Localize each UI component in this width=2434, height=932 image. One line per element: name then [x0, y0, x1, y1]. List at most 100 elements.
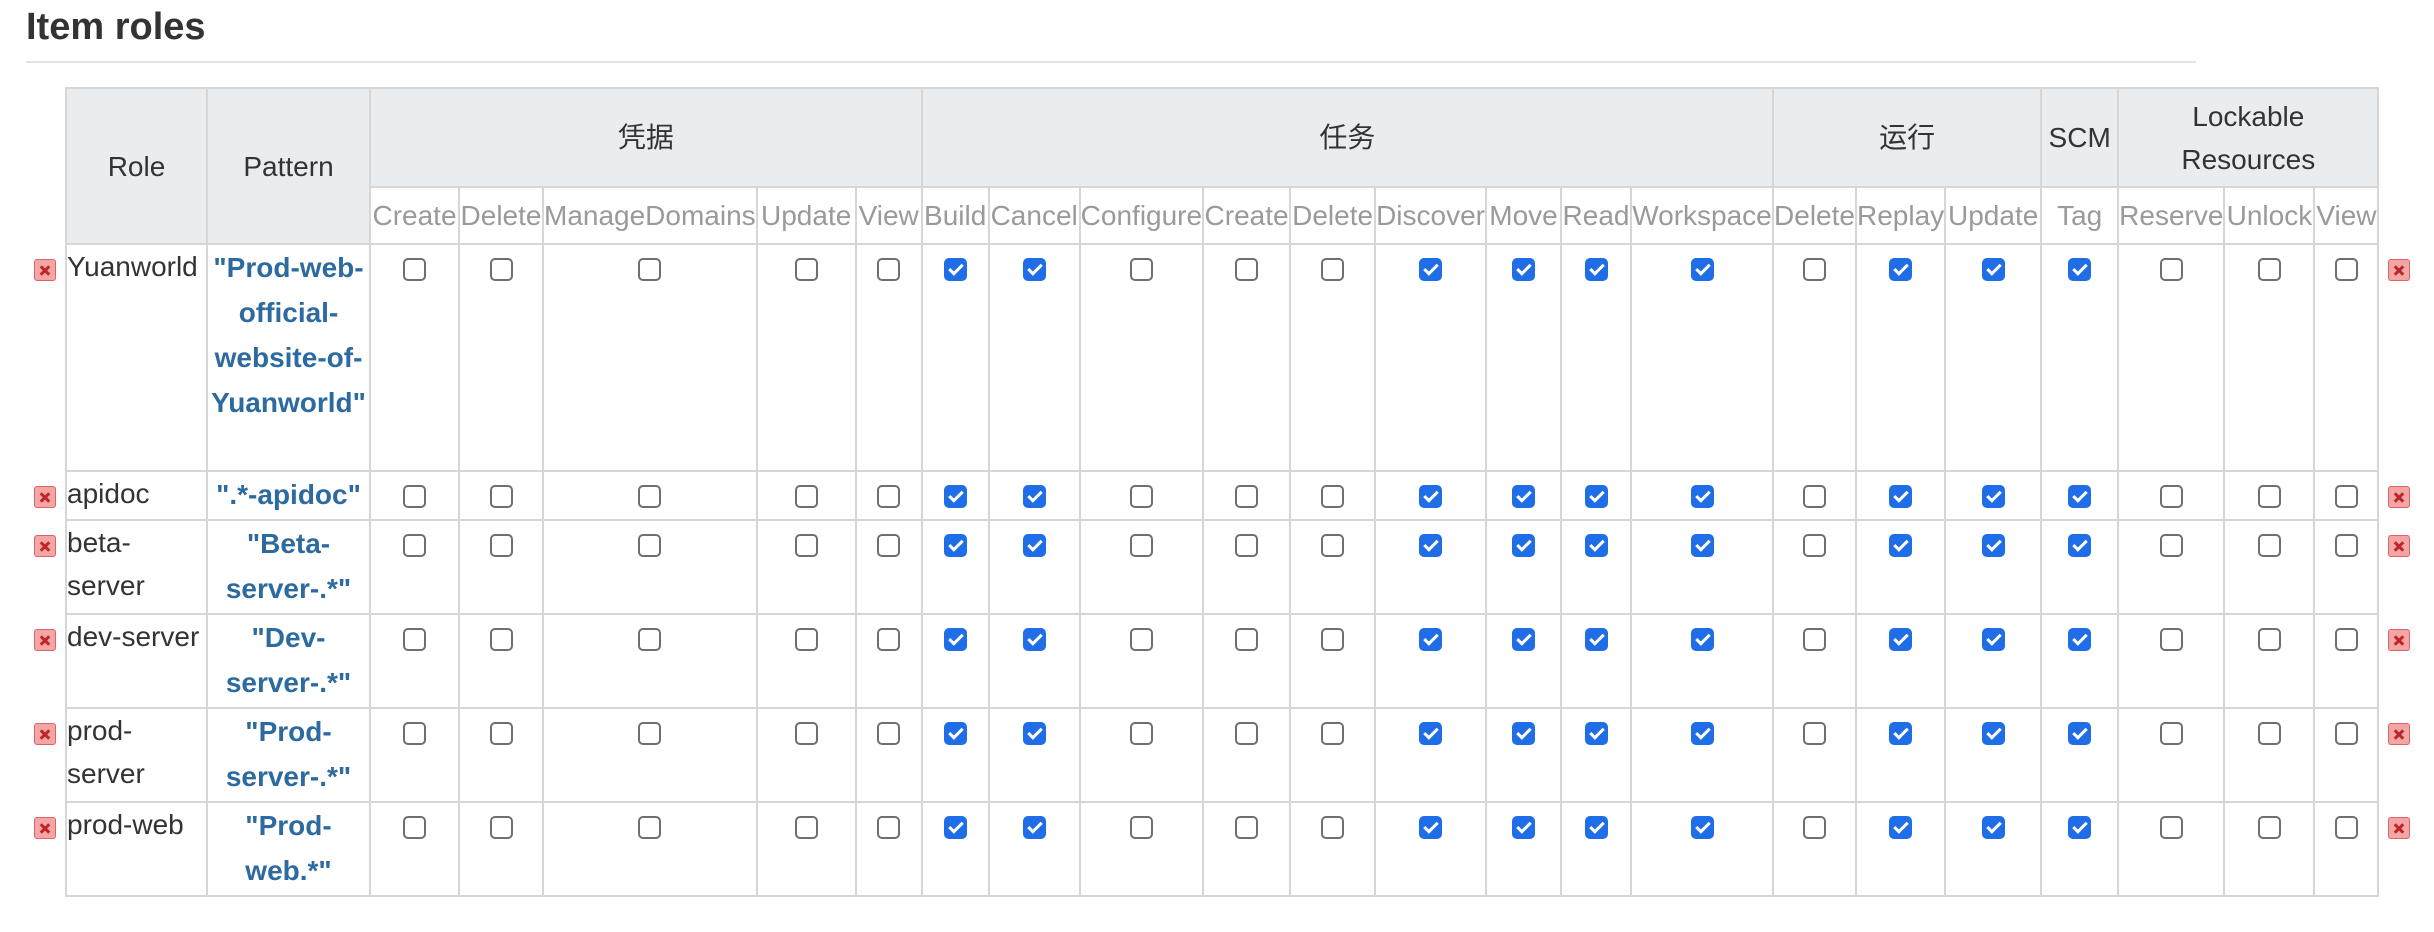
- permission-checkbox[interactable]: [794, 816, 818, 839]
- delete-role-left-icon[interactable]: [34, 723, 56, 745]
- permission-checkbox[interactable]: [1803, 722, 1826, 745]
- delete-role-left-icon[interactable]: [34, 259, 56, 281]
- permission-checkbox[interactable]: [2068, 816, 2092, 839]
- permission-checkbox[interactable]: [943, 722, 967, 745]
- permission-checkbox[interactable]: [1419, 628, 1443, 651]
- permission-checkbox[interactable]: [1321, 722, 1345, 745]
- permission-checkbox[interactable]: [1321, 628, 1345, 651]
- permission-checkbox[interactable]: [1022, 816, 1046, 839]
- permission-checkbox[interactable]: [1235, 722, 1259, 745]
- role-name[interactable]: Yuanworld: [65, 243, 208, 472]
- permission-checkbox[interactable]: [638, 816, 662, 839]
- permission-checkbox[interactable]: [2334, 258, 2358, 281]
- permission-checkbox[interactable]: [403, 816, 426, 839]
- permission-checkbox[interactable]: [1690, 816, 1714, 839]
- permission-checkbox[interactable]: [1512, 534, 1535, 557]
- delete-role-left-icon[interactable]: [34, 817, 56, 839]
- permission-checkbox[interactable]: [1512, 485, 1535, 508]
- permission-checkbox[interactable]: [1981, 485, 2005, 508]
- permission-checkbox[interactable]: [1512, 816, 1535, 839]
- permission-checkbox[interactable]: [638, 628, 662, 651]
- permission-checkbox[interactable]: [794, 258, 818, 281]
- permission-checkbox[interactable]: [1803, 534, 1826, 557]
- role-pattern[interactable]: "Prod-web.*": [206, 801, 371, 897]
- permission-checkbox[interactable]: [2334, 534, 2358, 557]
- delete-role-right-icon[interactable]: [2388, 259, 2411, 281]
- permission-checkbox[interactable]: [877, 485, 901, 508]
- permission-checkbox[interactable]: [1235, 534, 1259, 557]
- permission-checkbox[interactable]: [1129, 534, 1153, 557]
- permission-checkbox[interactable]: [1584, 722, 1608, 745]
- permission-checkbox[interactable]: [2334, 816, 2358, 839]
- permission-checkbox[interactable]: [1129, 628, 1153, 651]
- permission-checkbox[interactable]: [1690, 485, 1714, 508]
- permission-checkbox[interactable]: [1584, 258, 1608, 281]
- permission-checkbox[interactable]: [489, 628, 513, 651]
- permission-checkbox[interactable]: [943, 628, 967, 651]
- permission-checkbox[interactable]: [794, 722, 818, 745]
- permission-checkbox[interactable]: [794, 534, 818, 557]
- permission-checkbox[interactable]: [2257, 534, 2281, 557]
- permission-checkbox[interactable]: [1321, 258, 1345, 281]
- permission-checkbox[interactable]: [489, 534, 513, 557]
- delete-role-left-icon[interactable]: [34, 486, 56, 508]
- permission-checkbox[interactable]: [638, 722, 662, 745]
- permission-checkbox[interactable]: [943, 534, 967, 557]
- permission-checkbox[interactable]: [2159, 628, 2183, 651]
- delete-role-right-icon[interactable]: [2388, 723, 2411, 745]
- role-pattern[interactable]: "Dev-server-.*": [206, 613, 371, 709]
- permission-checkbox[interactable]: [877, 628, 901, 651]
- permission-checkbox[interactable]: [1803, 628, 1826, 651]
- permission-checkbox[interactable]: [1235, 628, 1259, 651]
- delete-role-right-icon[interactable]: [2388, 486, 2411, 508]
- permission-checkbox[interactable]: [2257, 485, 2281, 508]
- permission-checkbox[interactable]: [2334, 485, 2358, 508]
- permission-checkbox[interactable]: [2159, 258, 2183, 281]
- permission-checkbox[interactable]: [1889, 816, 1913, 839]
- permission-checkbox[interactable]: [1235, 485, 1259, 508]
- permission-checkbox[interactable]: [2068, 722, 2092, 745]
- permission-checkbox[interactable]: [1129, 485, 1153, 508]
- permission-checkbox[interactable]: [1889, 534, 1913, 557]
- permission-checkbox[interactable]: [1981, 628, 2005, 651]
- role-name[interactable]: beta-server: [65, 519, 208, 615]
- permission-checkbox[interactable]: [1321, 485, 1345, 508]
- delete-role-right-icon[interactable]: [2388, 535, 2411, 557]
- permission-checkbox[interactable]: [1022, 534, 1046, 557]
- permission-checkbox[interactable]: [1981, 722, 2005, 745]
- permission-checkbox[interactable]: [1690, 722, 1714, 745]
- permission-checkbox[interactable]: [877, 258, 901, 281]
- permission-checkbox[interactable]: [1981, 816, 2005, 839]
- permission-checkbox[interactable]: [1889, 628, 1913, 651]
- permission-checkbox[interactable]: [403, 485, 426, 508]
- permission-checkbox[interactable]: [1321, 816, 1345, 839]
- permission-checkbox[interactable]: [1690, 534, 1714, 557]
- permission-checkbox[interactable]: [2068, 485, 2092, 508]
- role-name[interactable]: apidoc: [65, 470, 208, 521]
- permission-checkbox[interactable]: [1889, 485, 1913, 508]
- permission-checkbox[interactable]: [1512, 628, 1535, 651]
- permission-checkbox[interactable]: [877, 816, 901, 839]
- permission-checkbox[interactable]: [1419, 534, 1443, 557]
- permission-checkbox[interactable]: [2068, 258, 2092, 281]
- permission-checkbox[interactable]: [1022, 722, 1046, 745]
- permission-checkbox[interactable]: [1022, 258, 1046, 281]
- permission-checkbox[interactable]: [403, 534, 426, 557]
- permission-checkbox[interactable]: [877, 534, 901, 557]
- permission-checkbox[interactable]: [2257, 628, 2281, 651]
- permission-checkbox[interactable]: [1803, 816, 1826, 839]
- permission-checkbox[interactable]: [489, 485, 513, 508]
- permission-checkbox[interactable]: [1235, 258, 1259, 281]
- permission-checkbox[interactable]: [2159, 816, 2183, 839]
- permission-checkbox[interactable]: [489, 816, 513, 839]
- permission-checkbox[interactable]: [1584, 628, 1608, 651]
- permission-checkbox[interactable]: [943, 485, 967, 508]
- role-pattern[interactable]: "Prod-server-.*": [206, 707, 371, 803]
- permission-checkbox[interactable]: [943, 258, 967, 281]
- permission-checkbox[interactable]: [1981, 258, 2005, 281]
- permission-checkbox[interactable]: [2257, 722, 2281, 745]
- permission-checkbox[interactable]: [638, 534, 662, 557]
- permission-checkbox[interactable]: [2068, 534, 2092, 557]
- role-pattern[interactable]: "Prod-web-official-website-of-Yuanworld": [206, 243, 371, 472]
- permission-checkbox[interactable]: [1321, 534, 1345, 557]
